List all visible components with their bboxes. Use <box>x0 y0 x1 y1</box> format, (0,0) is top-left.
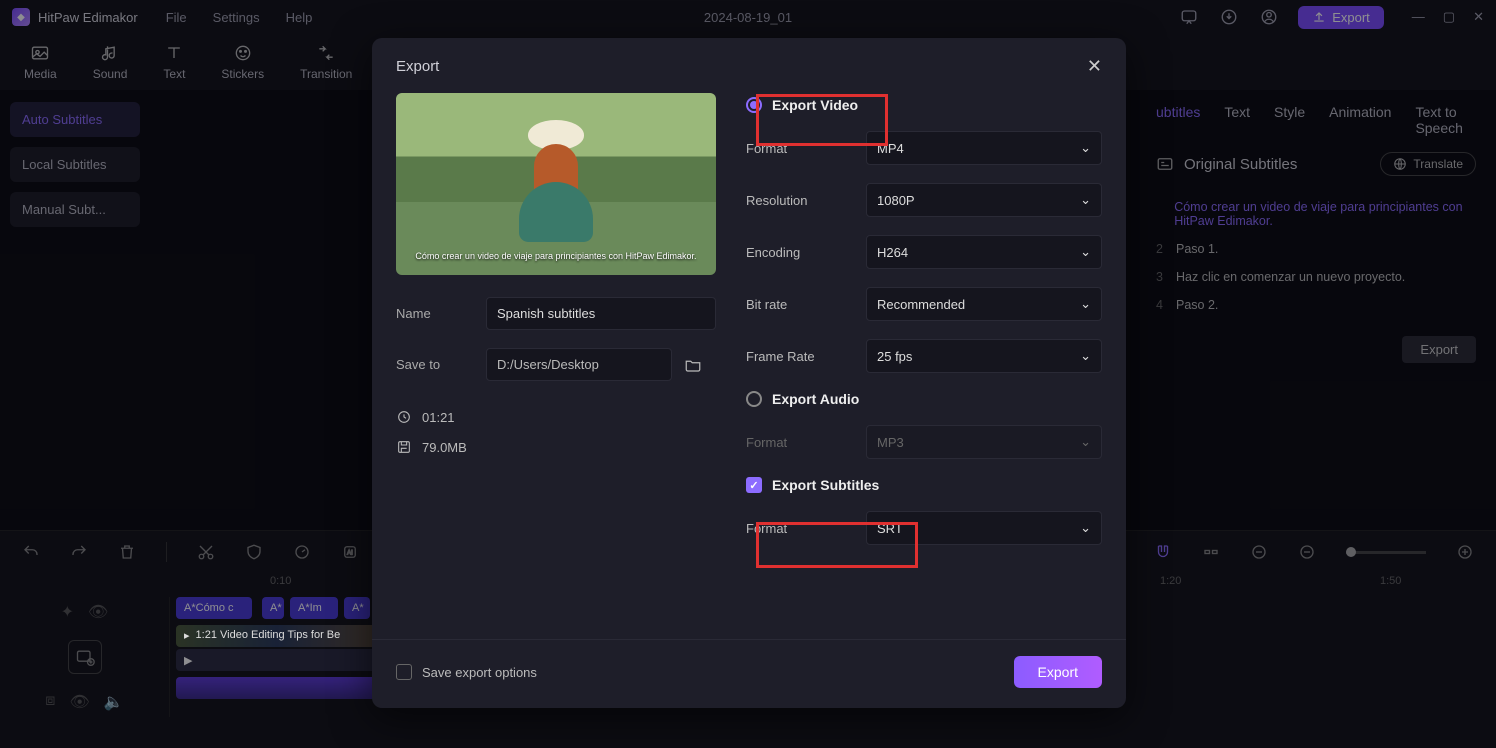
export-video-radio[interactable] <box>746 97 762 113</box>
export-audio-option[interactable]: Export Audio <box>746 391 1102 407</box>
close-icon[interactable]: ✕ <box>1087 56 1102 77</box>
dialog-title: Export <box>396 58 439 75</box>
audio-format-select: MP3⌄ <box>866 425 1102 459</box>
clock-icon <box>396 409 412 425</box>
preview-caption: Cómo crear un video de viaje para princi… <box>396 251 716 261</box>
disk-icon <box>396 439 412 455</box>
video-preview: Cómo crear un video de viaje para princi… <box>396 93 716 275</box>
subtitle-format-label: Format <box>746 521 866 536</box>
framerate-select[interactable]: 25 fps⌄ <box>866 339 1102 373</box>
export-subtitles-option[interactable]: ✓ Export Subtitles <box>746 477 1102 493</box>
export-right-column: Export Video FormatMP4⌄ Resolution1080P⌄… <box>746 93 1102 639</box>
video-format-select[interactable]: MP4⌄ <box>866 131 1102 165</box>
audio-format-label: Format <box>746 435 866 450</box>
duration-value: 01:21 <box>422 410 455 425</box>
save-export-options[interactable]: Save export options <box>396 664 537 680</box>
resolution-label: Resolution <box>746 193 866 208</box>
name-label: Name <box>396 306 486 321</box>
resolution-select[interactable]: 1080P⌄ <box>866 183 1102 217</box>
filesize-value: 79.0MB <box>422 440 467 455</box>
export-dialog: Export ✕ Cómo crear un video de viaje pa… <box>372 38 1126 708</box>
bitrate-select[interactable]: Recommended⌄ <box>866 287 1102 321</box>
bitrate-label: Bit rate <box>746 297 866 312</box>
export-audio-radio[interactable] <box>746 391 762 407</box>
name-input[interactable] <box>486 297 716 330</box>
framerate-label: Frame Rate <box>746 349 866 364</box>
save-to-label: Save to <box>396 357 486 372</box>
video-clip-label: ▸ 1:21 Video Editing Tips for Be <box>176 625 376 645</box>
export-left-column: Cómo crear un video de viaje para princi… <box>396 93 716 639</box>
export-subtitles-checkbox[interactable]: ✓ <box>746 477 762 493</box>
encoding-label: Encoding <box>746 245 866 260</box>
export-confirm-button[interactable]: Export <box>1014 656 1102 688</box>
save-options-checkbox[interactable] <box>396 664 412 680</box>
encoding-select[interactable]: H264⌄ <box>866 235 1102 269</box>
export-video-option[interactable]: Export Video <box>746 97 1102 113</box>
save-path-box[interactable]: D:/Users/Desktop <box>486 348 672 381</box>
folder-icon[interactable] <box>684 356 702 374</box>
video-format-label: Format <box>746 141 866 156</box>
subtitle-format-select[interactable]: SRT⌄ <box>866 511 1102 545</box>
